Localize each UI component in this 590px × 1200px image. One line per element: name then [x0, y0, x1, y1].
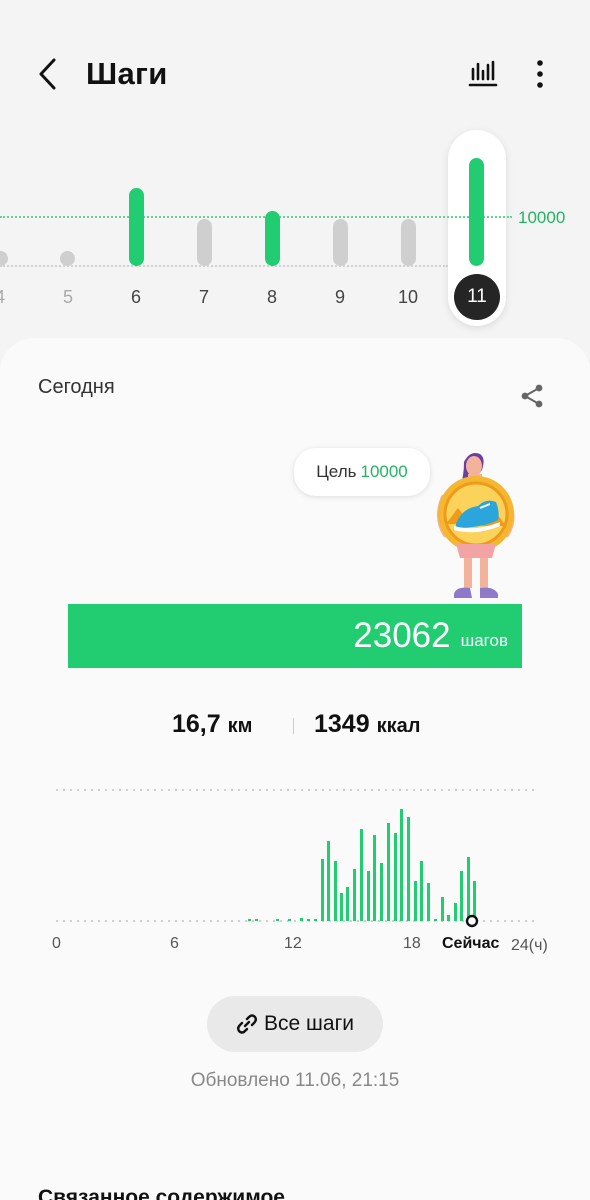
more-options-button[interactable] — [518, 52, 562, 96]
goal-value: 10000 — [360, 462, 408, 481]
day-bar[interactable] — [333, 219, 348, 266]
hour-bar — [373, 835, 376, 921]
stats-divider — [293, 718, 294, 734]
distance-stat: 16,7 км — [172, 710, 252, 739]
hour-bar — [434, 919, 437, 921]
hour-bar — [414, 881, 417, 921]
page-title: Шаги — [86, 56, 168, 91]
hour-bar — [321, 859, 324, 921]
hour-label: 6 — [170, 935, 179, 952]
end-label: 24(ч) — [511, 937, 548, 954]
chevron-left-icon — [39, 58, 56, 90]
now-marker — [465, 914, 479, 928]
steps-progress-bar: 23062 шагов — [68, 604, 522, 668]
hourly-bars — [56, 789, 536, 928]
hour-bar — [367, 871, 370, 921]
selected-day-label[interactable]: 11 — [454, 274, 500, 320]
hour-bar — [288, 919, 291, 921]
day-bar[interactable] — [197, 219, 212, 266]
hour-bar — [255, 919, 258, 921]
hour-bar — [340, 893, 343, 921]
day-label[interactable]: 9 — [320, 287, 360, 308]
hour-bar — [387, 823, 390, 921]
app-header: Шаги — [0, 0, 590, 150]
day-bar[interactable] — [60, 251, 75, 266]
day-label[interactable]: 8 — [252, 287, 292, 308]
hour-bar — [420, 861, 423, 921]
day-label[interactable]: 10 — [388, 287, 428, 308]
mascot-illustration — [437, 453, 515, 598]
day-label[interactable]: 4 — [0, 287, 20, 308]
link-icon — [236, 1013, 258, 1035]
stats-row: 16,7 км 1349 ккал — [0, 710, 590, 746]
day-label[interactable]: 7 — [184, 287, 224, 308]
goal-bubble: Цель 10000 — [294, 448, 430, 496]
hour-bar — [441, 897, 444, 921]
hour-bar — [454, 903, 457, 921]
share-button[interactable] — [514, 378, 550, 414]
hour-bar — [380, 863, 383, 921]
hour-bar — [300, 918, 303, 921]
bar-chart-icon — [468, 60, 498, 87]
hourly-chart: 0 6 12 18 Сейчас 24(ч) — [0, 780, 590, 970]
hour-bar — [327, 841, 330, 921]
related-content-title: Связанное содержимое — [38, 1186, 285, 1200]
day-label[interactable]: 6 — [116, 287, 156, 308]
now-label: Сейчас — [442, 935, 500, 952]
hour-label: 18 — [403, 935, 421, 952]
calories-stat: 1349 ккал — [314, 710, 420, 739]
period-label: Сегодня — [38, 376, 115, 398]
distance-value: 16,7 — [172, 710, 221, 738]
hour-bar — [353, 869, 356, 921]
hour-bar — [346, 887, 349, 921]
hour-bar — [334, 861, 337, 921]
hour-bar — [276, 919, 279, 921]
calories-value: 1349 — [314, 710, 370, 738]
hour-bar — [407, 817, 410, 921]
day-bar[interactable] — [129, 188, 144, 266]
hour-bar — [394, 833, 397, 921]
share-icon — [521, 384, 543, 408]
hour-bar — [467, 857, 470, 921]
all-steps-label: Все шаги — [264, 1012, 354, 1035]
hour-bar — [427, 883, 430, 921]
calories-unit: ккал — [376, 715, 421, 737]
hour-bar — [360, 829, 363, 921]
goal-prefix: Цель — [316, 462, 357, 481]
hour-bar — [248, 919, 251, 921]
more-vertical-icon — [537, 60, 543, 88]
hour-label: 0 — [52, 935, 61, 952]
steps-unit: шагов — [460, 631, 508, 650]
day-bar[interactable] — [401, 219, 416, 266]
all-steps-button[interactable]: Все шаги — [207, 996, 383, 1052]
hour-bar — [460, 871, 463, 921]
day-bar-selected[interactable] — [469, 158, 484, 266]
updated-timestamp: Обновлено 11.06, 21:15 — [190, 1070, 400, 1091]
back-button[interactable] — [28, 52, 68, 96]
hour-label: 12 — [284, 935, 302, 952]
steps-count: 23062 — [353, 616, 451, 655]
goal-line — [0, 216, 512, 218]
trends-button[interactable] — [461, 52, 505, 96]
day-bar[interactable] — [265, 211, 280, 266]
day-bar[interactable] — [0, 251, 8, 266]
hour-bar — [307, 919, 310, 921]
distance-unit: км — [227, 715, 253, 737]
goal-line-label: 10000 — [518, 208, 566, 227]
day-label[interactable]: 5 — [48, 287, 88, 308]
hour-bar — [400, 809, 403, 921]
hour-bar — [314, 919, 317, 921]
hour-bar — [447, 915, 450, 921]
